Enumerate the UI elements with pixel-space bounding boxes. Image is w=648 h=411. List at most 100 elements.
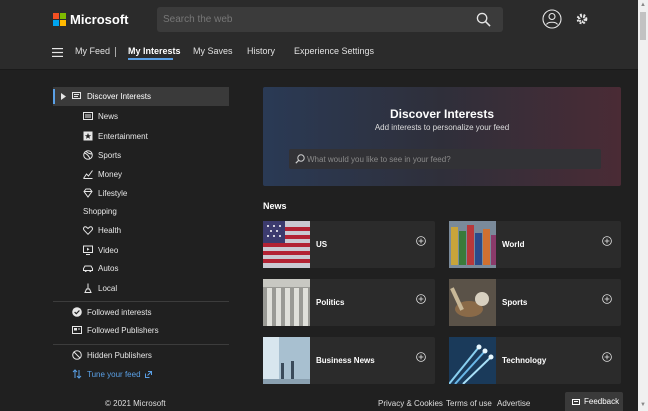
brand-name: Microsoft [70,12,129,27]
lifestyle-diamond-icon [83,188,93,198]
interest-card-politics[interactable]: Politics [263,279,435,326]
video-icon [83,245,93,255]
sidebar-item-label: Lifestyle [98,188,128,198]
nav-my-feed[interactable]: My Feed [75,46,110,56]
feedback-button[interactable]: Feedback [565,392,623,411]
us-flag-thumbnail [263,221,310,268]
sidebar-item-money[interactable]: Money [83,169,122,179]
nav-separator [115,47,116,57]
interest-card-technology[interactable]: Technology [449,337,621,384]
add-interest-plus-icon[interactable] [416,352,426,362]
settings-gear-icon[interactable] [575,12,589,26]
nav-my-saves[interactable]: My Saves [193,46,233,56]
car-icon [83,265,93,272]
sidebar-item-label: Shopping [83,207,117,216]
discover-interests-banner: Discover Interests Add interests to pers… [263,87,621,186]
feedback-label: Feedback [584,397,620,406]
sidebar-item-followed-publishers[interactable]: Followed Publishers [72,326,159,335]
add-interest-plus-icon[interactable] [602,294,612,304]
card-label: Business News [316,356,375,365]
scroll-up-arrow-icon[interactable]: ▲ [640,2,646,8]
card-label: Politics [316,298,345,307]
sidebar-item-autos[interactable]: Autos [83,264,118,273]
sidebar-item-lifestyle[interactable]: Lifestyle [83,188,127,198]
scrollbar-thumb[interactable] [640,12,646,40]
active-tab-underline [128,58,173,60]
business-office-thumbnail [263,337,310,384]
tune-arrows-icon [72,369,82,379]
privacy-link[interactable]: Privacy & Cookies [378,399,443,408]
sidebar-item-video[interactable]: Video [83,245,118,255]
sidebar-item-label: Video [98,245,119,255]
search-input[interactable] [163,7,463,32]
sidebar-item-health[interactable]: Health [83,226,121,235]
sidebar-divider [53,344,229,345]
sidebar-item-followed-interests[interactable]: Followed interests [72,307,151,317]
sidebar-item-label: Entertainment [98,131,148,141]
search-icon [295,154,305,164]
active-indicator [53,89,55,104]
nav-my-interests[interactable]: My Interests [128,46,181,56]
web-search-box[interactable] [157,7,503,32]
sidebar-item-news[interactable]: News [83,112,118,121]
news-section-title: News [263,201,287,211]
add-interest-plus-icon[interactable] [416,236,426,246]
sidebar-item-label: News [98,112,119,121]
account-avatar-icon[interactable] [542,9,562,29]
sidebar-item-label: Sports [98,150,122,160]
add-interest-plus-icon[interactable] [602,352,612,362]
sidebar-item-entertainment[interactable]: Entertainment [83,131,148,141]
world-flags-thumbnail [449,221,496,268]
microsoft-logo[interactable]: Microsoft [53,12,129,27]
interest-search-input[interactable] [307,149,587,169]
card-label: Sports [502,298,528,307]
card-label: World [502,240,525,249]
hero-subtitle: Add interests to personalize your feed [374,123,510,132]
interest-card-business-news[interactable]: Business News [263,337,435,384]
block-icon [72,350,82,360]
card-label: Technology [502,356,547,365]
sidebar-item-label: Money [98,169,123,179]
sports-gear-thumbnail [449,279,496,326]
terms-link[interactable]: Terms of use [446,399,492,408]
sidebar-item-label: Hidden Publishers [87,350,152,360]
advertise-link[interactable]: Advertise [497,399,530,408]
add-interest-plus-icon[interactable] [416,294,426,304]
sidebar-divider [53,301,229,302]
interest-card-world[interactable]: World [449,221,621,268]
scroll-down-arrow-icon[interactable]: ▼ [640,402,646,408]
page-scrollbar[interactable]: ▲ ▼ [638,0,648,411]
hamburger-menu-icon[interactable] [52,48,63,57]
sidebar-item-label: Local [98,283,118,293]
sidebar-heading-label: Discover Interests [87,92,152,101]
checkmark-circle-icon [72,307,82,317]
sidebar-item-local[interactable]: Local [83,283,117,293]
nav-experience-settings[interactable]: Experience Settings [294,46,374,56]
sidebar-item-sports[interactable]: Sports [83,150,121,160]
copyright-text: © 2021 Microsoft [105,399,166,408]
add-interest-plus-icon[interactable] [602,236,612,246]
interest-card-sports[interactable]: Sports [449,279,621,326]
sidebar-item-label: Health [98,226,122,235]
interest-card-us[interactable]: US [263,221,435,268]
tune-your-feed-link[interactable]: Tune your feed [72,369,152,379]
caret-right-icon [61,93,66,100]
politics-columns-thumbnail [263,279,310,326]
sidebar-item-label: Followed Publishers [87,326,159,335]
search-icon[interactable] [476,12,491,27]
heart-icon [83,226,93,235]
sidebar-item-shopping[interactable]: Shopping [83,207,117,216]
technology-fiber-thumbnail [449,337,496,384]
interest-search-box[interactable] [289,149,601,169]
news-icon [83,112,93,120]
nav-history[interactable]: History [247,46,275,56]
money-chart-icon [83,170,93,179]
sidebar-item-hidden-publishers[interactable]: Hidden Publishers [72,350,152,360]
external-link-icon [144,370,152,378]
hero-title: Discover Interests [389,107,495,121]
sidebar-item-discover-interests[interactable]: Discover Interests [53,87,229,106]
page-footer: © 2021 Microsoft Privacy & Cookies Terms… [0,395,638,411]
star-icon [83,131,93,141]
top-bar: Microsoft My Feed My Interests My Saves … [0,0,638,70]
discover-icon [72,92,81,99]
